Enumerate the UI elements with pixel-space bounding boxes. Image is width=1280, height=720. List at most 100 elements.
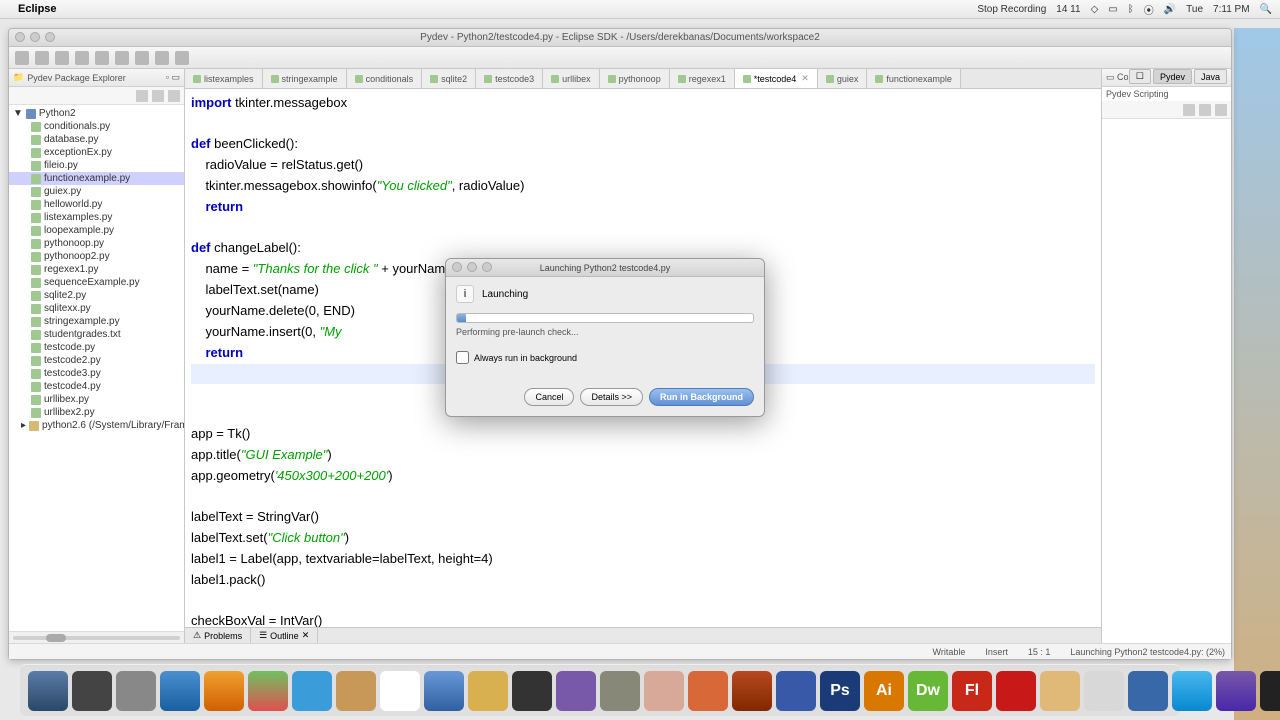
volume-icon[interactable]: 🔊 xyxy=(1164,4,1176,15)
wifi-icon[interactable]: ⦿ xyxy=(1144,2,1154,17)
dock-safari-icon[interactable] xyxy=(160,671,200,711)
nav-back-icon[interactable] xyxy=(155,51,169,65)
dock-app-icon[interactable] xyxy=(688,671,728,711)
print-icon[interactable] xyxy=(55,51,69,65)
tree-file[interactable]: testcode.py xyxy=(9,341,184,354)
tree-project-root[interactable]: ▼ Python2 xyxy=(9,107,184,120)
dock-itunes-icon[interactable] xyxy=(424,671,464,711)
console-menu-icon[interactable] xyxy=(1215,104,1227,116)
tree-file[interactable]: pythonoop.py xyxy=(9,237,184,250)
dock-automator-icon[interactable] xyxy=(600,671,640,711)
dock-python-icon[interactable] xyxy=(1128,671,1168,711)
dock-dashboard-icon[interactable] xyxy=(72,671,112,711)
editor-tab[interactable]: conditionals xyxy=(347,69,423,88)
dock-app3-icon[interactable] xyxy=(1040,671,1080,711)
dock-expose-icon[interactable] xyxy=(116,671,156,711)
problems-tab[interactable]: ⚠ Problems xyxy=(185,628,251,643)
dock-eclipse-icon[interactable] xyxy=(1216,671,1256,711)
tree-file[interactable]: fileio.py xyxy=(9,159,184,172)
editor-tab[interactable]: testcode3 xyxy=(476,69,543,88)
debug-icon[interactable] xyxy=(75,51,89,65)
spotlight-icon[interactable]: 🔍 xyxy=(1260,4,1272,15)
tree-file[interactable]: testcode3.py xyxy=(9,367,184,380)
dock-ical-icon[interactable] xyxy=(380,671,420,711)
editor-tab[interactable]: sqlite2 xyxy=(422,69,476,88)
tree-file[interactable]: sqlitexx.py xyxy=(9,302,184,315)
tree-file[interactable]: helloworld.py xyxy=(9,198,184,211)
time-label[interactable]: 7:11 PM xyxy=(1213,4,1250,15)
console-clear-icon[interactable] xyxy=(1183,104,1195,116)
tree-python-lib[interactable]: ▸ python2.6 (/System/Library/Frameworks/… xyxy=(9,419,184,432)
tree-file[interactable]: sequenceExample.py xyxy=(9,276,184,289)
open-perspective-button[interactable]: ☐ xyxy=(1129,69,1151,84)
dock-addressbook-icon[interactable] xyxy=(336,671,376,711)
dock-mamp-icon[interactable] xyxy=(644,671,684,711)
view-menu-icon[interactable] xyxy=(168,90,180,102)
save-icon[interactable] xyxy=(35,51,49,65)
editor-tab[interactable]: functionexample xyxy=(867,69,961,88)
tree-file[interactable]: testcode2.py xyxy=(9,354,184,367)
dock-chrome-icon[interactable] xyxy=(248,671,288,711)
dock-ichat-icon[interactable] xyxy=(292,671,332,711)
dock-finder-icon[interactable] xyxy=(28,671,68,711)
perspective-java[interactable]: Java xyxy=(1194,69,1227,84)
outline-tab[interactable]: ☰ Outline ✕ xyxy=(251,628,318,643)
editor-tab[interactable]: guiex xyxy=(818,69,868,88)
dock-imovie-icon[interactable] xyxy=(512,671,552,711)
dock-terminal-icon[interactable] xyxy=(1260,671,1280,711)
dock-iphoto-icon[interactable] xyxy=(468,671,508,711)
link-editor-icon[interactable] xyxy=(152,90,164,102)
sidebar-slider[interactable] xyxy=(9,631,184,643)
tree-file[interactable]: loopexample.py xyxy=(9,224,184,237)
tree-file[interactable]: regexex1.py xyxy=(9,263,184,276)
tree-file[interactable]: stringexample.py xyxy=(9,315,184,328)
new-icon[interactable] xyxy=(15,51,29,65)
bluetooth-icon[interactable]: ᛒ xyxy=(1128,4,1134,15)
close-icon[interactable] xyxy=(15,32,25,42)
display-icon[interactable]: ▭ xyxy=(1108,4,1117,15)
dock-skype-icon[interactable] xyxy=(1172,671,1212,711)
tree-file[interactable]: urllibex2.py xyxy=(9,406,184,419)
tree-file[interactable]: testcode4.py xyxy=(9,380,184,393)
dock-dreamweaver-icon[interactable]: Dw xyxy=(908,671,948,711)
editor-tab[interactable]: *testcode4✕ xyxy=(735,69,818,88)
dialog-zoom-icon[interactable] xyxy=(482,262,492,272)
dock-garageband-icon[interactable] xyxy=(556,671,596,711)
dock-app2-icon[interactable] xyxy=(732,671,772,711)
dock-app4-icon[interactable] xyxy=(1084,671,1124,711)
collapse-all-icon[interactable] xyxy=(136,90,148,102)
minimize-icon[interactable] xyxy=(30,32,40,42)
stop-recording-label[interactable]: Stop Recording xyxy=(977,4,1046,15)
dialog-close-icon[interactable] xyxy=(452,262,462,272)
run-icon[interactable] xyxy=(95,51,109,65)
day-label[interactable]: Tue xyxy=(1186,4,1203,15)
cancel-button[interactable]: Cancel xyxy=(524,388,574,406)
always-background-checkbox[interactable]: Always run in background xyxy=(456,351,754,364)
tree-file[interactable]: sqlite2.py xyxy=(9,289,184,302)
minimize-view-icon[interactable]: ▫ ▭ xyxy=(166,72,180,83)
editor-tab[interactable]: listexamples xyxy=(185,69,263,88)
console-pin-icon[interactable] xyxy=(1199,104,1211,116)
details-button[interactable]: Details >> xyxy=(580,388,643,406)
dock-flash-icon[interactable]: Fl xyxy=(952,671,992,711)
tree-file[interactable]: listexamples.py xyxy=(9,211,184,224)
tree-file[interactable]: urllibex.py xyxy=(9,393,184,406)
dock-word-icon[interactable] xyxy=(776,671,816,711)
tree-file[interactable]: studentgrades.txt xyxy=(9,328,184,341)
perspective-pydev[interactable]: Pydev xyxy=(1153,69,1192,84)
tree-file[interactable]: pythonoop2.py xyxy=(9,250,184,263)
editor-tab[interactable]: urllibex xyxy=(543,69,600,88)
editor-tab[interactable]: stringexample xyxy=(263,69,347,88)
external-tools-icon[interactable] xyxy=(115,51,129,65)
run-in-background-button[interactable]: Run in Background xyxy=(649,388,754,406)
editor-tab[interactable]: pythonoop xyxy=(600,69,670,88)
always-background-input[interactable] xyxy=(456,351,469,364)
project-tree[interactable]: ▼ Python2 conditionals.pydatabase.pyexce… xyxy=(9,105,184,631)
dock-illustrator-icon[interactable]: Ai xyxy=(864,671,904,711)
tree-file[interactable]: conditionals.py xyxy=(9,120,184,133)
zoom-icon[interactable] xyxy=(45,32,55,42)
tree-file[interactable]: guiex.py xyxy=(9,185,184,198)
dock-firefox-icon[interactable] xyxy=(204,671,244,711)
tree-file[interactable]: exceptionEx.py xyxy=(9,146,184,159)
dropbox-icon[interactable]: ◇ xyxy=(1091,4,1099,15)
